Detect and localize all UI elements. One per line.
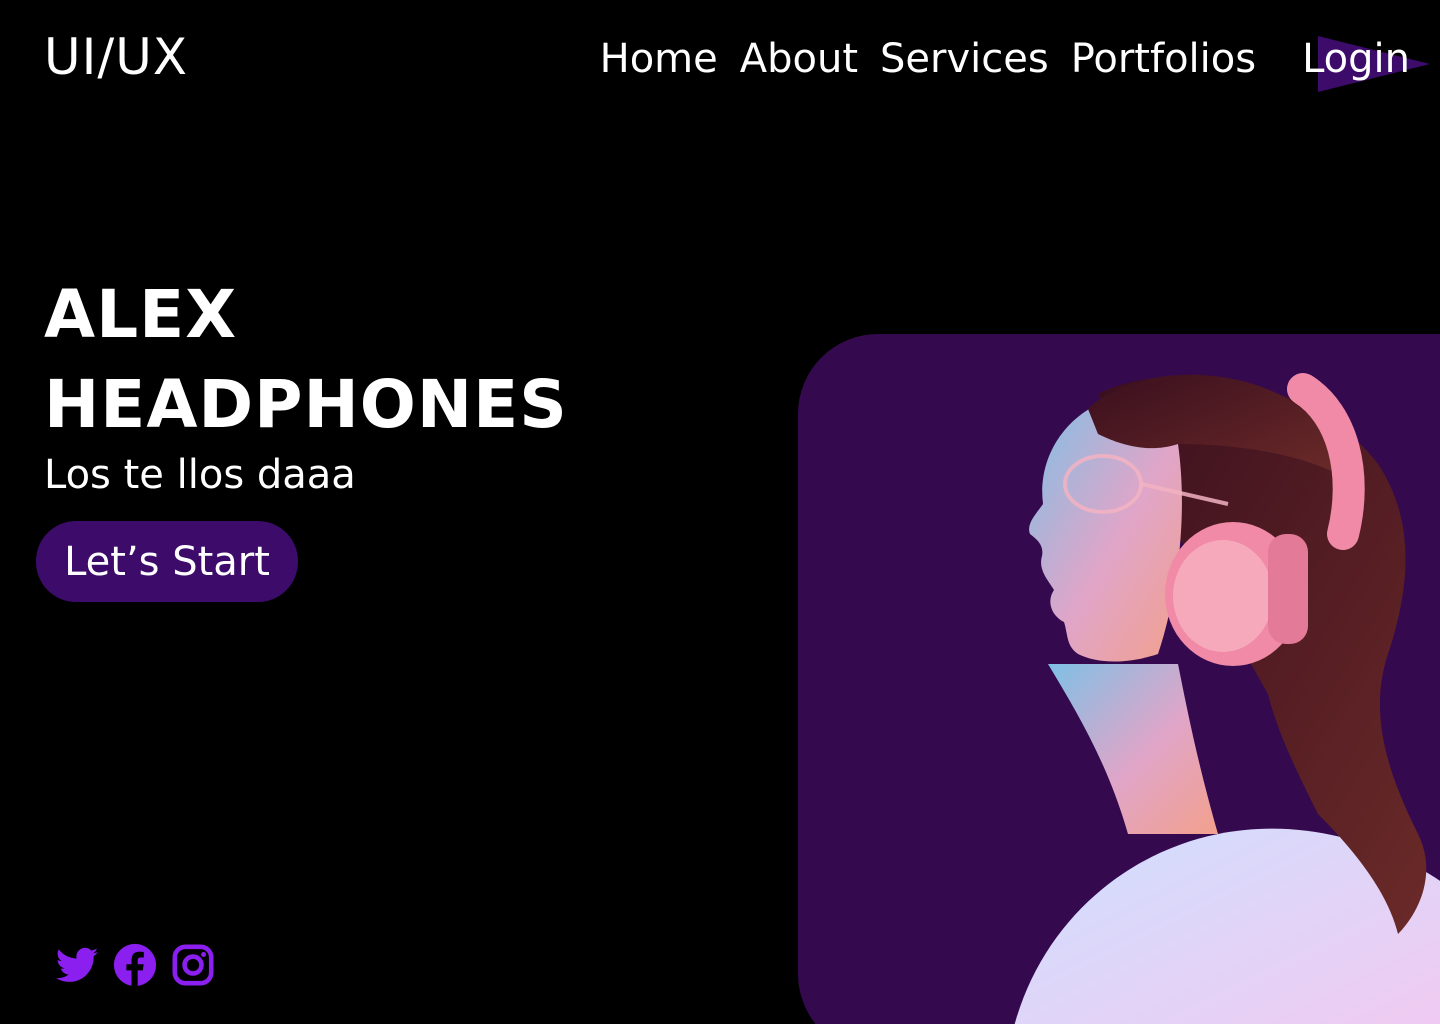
hero-image-panel	[798, 334, 1440, 1024]
nav-home-link[interactable]: Home	[600, 36, 718, 82]
nav-services-link[interactable]: Services	[880, 36, 1049, 82]
hero-title: ALEX HEADPHONES	[44, 270, 568, 450]
login-link[interactable]: Login	[1302, 36, 1410, 82]
nav-about-link[interactable]: About	[740, 36, 858, 82]
hero-title-line-1: ALEX	[44, 276, 238, 353]
twitter-icon[interactable]	[54, 942, 100, 988]
facebook-icon[interactable]	[112, 942, 158, 988]
social-links	[54, 942, 216, 988]
instagram-icon[interactable]	[170, 942, 216, 988]
hero-title-line-2: HEADPHONES	[44, 366, 568, 443]
woman-with-headphones-illustration	[1014, 373, 1440, 1024]
lets-start-button[interactable]: Let’s Start	[36, 521, 298, 602]
nav-portfolios-link[interactable]: Portfolios	[1071, 36, 1256, 82]
login-wrapper: Login	[1302, 36, 1431, 92]
site-logo[interactable]: UI/UX	[44, 28, 188, 86]
landing-page: UI/UX Home About Services Portfolios Log…	[0, 0, 1440, 1024]
hero-tagline: Los te llos daaa	[44, 452, 356, 498]
main-nav: Home About Services Portfolios Login	[600, 36, 1431, 92]
